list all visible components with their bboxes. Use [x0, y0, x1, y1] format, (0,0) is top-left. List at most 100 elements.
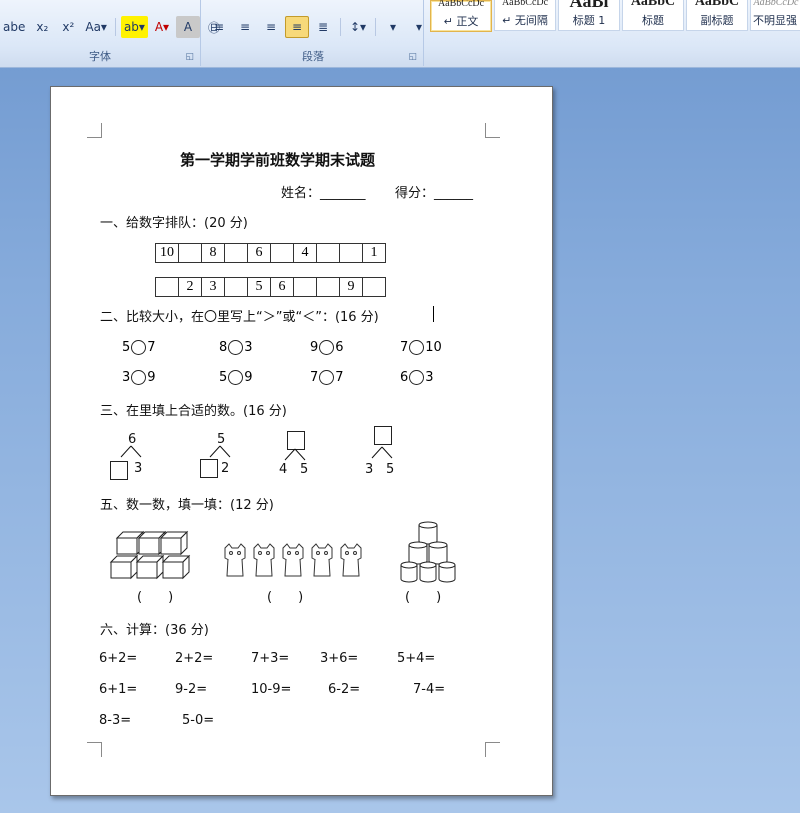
- number-cell: 9: [340, 278, 363, 296]
- style-sample: AaBbCcDc: [753, 0, 799, 8]
- calc-item: 3+6=: [320, 651, 359, 666]
- font-group: abe x₂ x² Aa▾ ab▾ A▾ A ㊐ 字体 ◱: [0, 0, 220, 66]
- align-right-button[interactable]: ≡: [259, 16, 283, 38]
- subscript-button[interactable]: x₂: [30, 16, 54, 38]
- answer-circle-icon: [409, 370, 425, 385]
- separator: [375, 18, 376, 36]
- style-subtitle[interactable]: AaBbC 副标题: [686, 0, 748, 31]
- distributed-button[interactable]: ≣: [311, 16, 335, 38]
- calc-item: 7-4=: [413, 682, 446, 697]
- compare-left: 3: [122, 370, 131, 385]
- style-name: ↵ 无间隔: [502, 14, 548, 27]
- font-toolbar: abe x₂ x² Aa▾ ab▾ A▾ A ㊐: [0, 16, 226, 38]
- tree-left-number: 4: [279, 462, 288, 477]
- justify-button[interactable]: ≡: [285, 16, 309, 38]
- tree-top-number: 6: [128, 432, 137, 447]
- style-heading-1[interactable]: AaBl 标题 1: [558, 0, 620, 31]
- compare-left: 9: [310, 340, 319, 355]
- paragraph-dialog-launcher-icon[interactable]: ◱: [408, 52, 417, 62]
- number-cell: [294, 278, 317, 296]
- answer-circle-icon: [228, 370, 244, 385]
- compare-left: 7: [400, 340, 409, 355]
- style-normal[interactable]: AaBbCcDc ↵ 正文: [430, 0, 492, 32]
- cubes-picture-icon: [109, 530, 191, 580]
- count-answer: ( ): [137, 590, 174, 605]
- count-answer: ( ): [267, 590, 304, 605]
- compare-right: 9: [147, 370, 156, 385]
- number-cell: 1: [370, 245, 378, 260]
- number-row-2: 2 3 5 6 9: [155, 277, 386, 297]
- compare-right: 6: [335, 340, 344, 355]
- style-name: 标题: [642, 14, 664, 27]
- section-5-heading: 五、数一数，填一填：(12 分): [100, 498, 274, 513]
- section-3-heading: 三、在里填上合适的数。(16 分): [100, 404, 287, 419]
- font-dialog-launcher-icon[interactable]: ◱: [185, 52, 194, 62]
- superscript-button[interactable]: x²: [56, 16, 80, 38]
- shading-button[interactable]: ▾: [381, 16, 405, 38]
- compare-item: 96: [310, 340, 344, 355]
- calc-item: 5-0=: [182, 713, 215, 728]
- number-cell: 3: [202, 278, 225, 296]
- compare-left: 5: [219, 370, 228, 385]
- style-subtle-emphasis[interactable]: AaBbCcDc 不明显强: [750, 0, 800, 31]
- compare-item: 57: [122, 340, 156, 355]
- tree-branches: [209, 445, 231, 458]
- number-cell: [317, 244, 340, 262]
- number-cell: 6: [248, 244, 271, 262]
- font-color-button[interactable]: A▾: [150, 16, 174, 38]
- answer-box: [200, 459, 218, 478]
- style-name: ↵ 正文: [443, 15, 479, 28]
- text-cursor: [433, 306, 434, 322]
- ribbon: abe x₂ x² Aa▾ ab▾ A▾ A ㊐ 字体 ◱ ≡ ≡ ≡ ≡ ≣ …: [0, 0, 800, 68]
- compare-left: 5: [122, 340, 131, 355]
- calc-item: 7+3=: [251, 651, 290, 666]
- style-sample: AaBl: [569, 0, 609, 11]
- style-title[interactable]: AaBbC 标题: [622, 0, 684, 31]
- number-cell: [225, 278, 248, 296]
- margin-mark: [87, 123, 102, 138]
- number-cell: [271, 244, 294, 262]
- line-spacing-button[interactable]: ↕▾: [346, 16, 370, 38]
- strikethrough-button[interactable]: abe: [0, 16, 28, 38]
- number-cell: 8: [202, 244, 225, 262]
- answer-box: [374, 426, 392, 445]
- font-group-label: 字体: [89, 50, 111, 63]
- tree-branches: [371, 446, 393, 459]
- number-cell: [363, 278, 385, 296]
- compare-item: 63: [400, 370, 434, 385]
- tree-right-number: 3: [134, 461, 143, 476]
- document-page[interactable]: 第一学期学前班数学期末试题 姓名：_______ 得分：______ 一、给数字…: [50, 86, 553, 796]
- number-cell: 10: [156, 244, 179, 262]
- tree-branches: [284, 448, 306, 461]
- compare-item: 77: [310, 370, 344, 385]
- calc-item: 10-9=: [251, 682, 292, 697]
- cylinders-picture-icon: [400, 521, 456, 583]
- style-no-spacing[interactable]: AaBbCcDc ↵ 无间隔: [494, 0, 556, 31]
- section-1-heading: 一、给数字排队：(20 分): [100, 216, 248, 231]
- separator: [114, 18, 116, 36]
- score-field: 得分：______: [395, 186, 474, 201]
- compare-item: 83: [219, 340, 253, 355]
- calc-item: 6-2=: [328, 682, 361, 697]
- align-left-button[interactable]: ≡: [207, 16, 231, 38]
- section-2-heading: 二、比较大小，在〇里写上“＞”或“＜”：(16 分): [100, 310, 379, 325]
- tree-top-number: 5: [217, 432, 226, 447]
- answer-circle-icon: [131, 340, 147, 355]
- answer-circle-icon: [228, 340, 244, 355]
- change-case-button[interactable]: Aa▾: [82, 16, 110, 38]
- number-cell: 2: [179, 278, 202, 296]
- highlight-color-button[interactable]: ab▾: [120, 16, 148, 38]
- paragraph-toolbar: ≡ ≡ ≡ ≡ ≣ ↕▾ ▾ ▾: [207, 16, 431, 38]
- calc-item: 8-3=: [99, 713, 132, 728]
- separator: [340, 18, 341, 36]
- calc-item: 5+4=: [397, 651, 436, 666]
- paragraph-group: ≡ ≡ ≡ ≡ ≣ ↕▾ ▾ ▾ 段落 ◱: [203, 0, 424, 66]
- style-sample: AaBbCcDc: [437, 0, 485, 9]
- count-answer: ( ): [405, 590, 442, 605]
- style-name: 不明显强: [753, 14, 797, 27]
- answer-circle-icon: [319, 340, 335, 355]
- align-center-button[interactable]: ≡: [233, 16, 257, 38]
- compare-left: 6: [400, 370, 409, 385]
- character-shading-button[interactable]: A: [175, 16, 200, 38]
- compare-left: 7: [310, 370, 319, 385]
